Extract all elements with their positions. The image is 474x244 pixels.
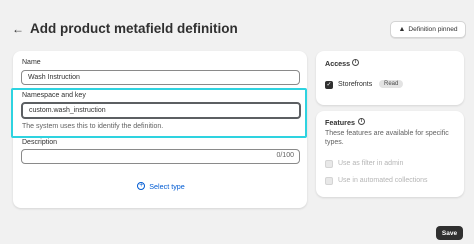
features-info-icon[interactable]: i xyxy=(358,118,365,125)
features-description: These features are available for specifi… xyxy=(325,130,449,146)
plus-circle-icon: + xyxy=(137,182,146,190)
features-title: Features xyxy=(325,118,355,127)
storefronts-label: Storefronts xyxy=(338,81,373,88)
access-info-icon[interactable]: i xyxy=(352,59,359,66)
filter-label: Use as filter in admin xyxy=(338,160,404,167)
save-label: Save xyxy=(441,229,458,237)
select-type-button[interactable]: + Select type xyxy=(22,172,300,200)
page-title: Add product metafield definition xyxy=(30,21,238,36)
save-button[interactable]: Save xyxy=(436,226,463,240)
access-title: Access xyxy=(325,59,351,68)
automated-collections-label: Use in automated collections xyxy=(338,177,428,184)
definition-pinned-label: Definition pinned xyxy=(408,26,458,33)
namespace-label: Namespace and key xyxy=(22,92,86,99)
read-badge: Read xyxy=(379,80,404,88)
pin-icon: ▲ xyxy=(398,26,406,33)
select-type-label: Select type xyxy=(149,181,185,191)
namespace-value: custom.wash_instruction xyxy=(29,107,106,114)
automated-collections-checkbox[interactable] xyxy=(325,177,333,185)
name-value: Wash Instruction xyxy=(28,74,80,81)
definition-pinned-button[interactable]: ▲ Definition pinned xyxy=(390,21,466,38)
storefronts-checkbox[interactable]: ✓ xyxy=(325,81,333,89)
name-field[interactable]: Wash Instruction xyxy=(21,70,300,85)
description-label: Description xyxy=(22,139,58,146)
description-char-count: 0/100 xyxy=(276,152,294,159)
filter-checkbox[interactable] xyxy=(325,160,333,168)
namespace-key-field[interactable]: custom.wash_instruction xyxy=(21,102,301,119)
name-label: Name xyxy=(22,59,41,66)
page-header: ← Add product metafield definition ▲ Def… xyxy=(0,0,474,58)
namespace-help-text: The system uses this to identify the def… xyxy=(22,123,164,130)
back-arrow-icon[interactable]: ← xyxy=(12,23,24,35)
description-field[interactable]: 0/100 xyxy=(21,149,300,164)
